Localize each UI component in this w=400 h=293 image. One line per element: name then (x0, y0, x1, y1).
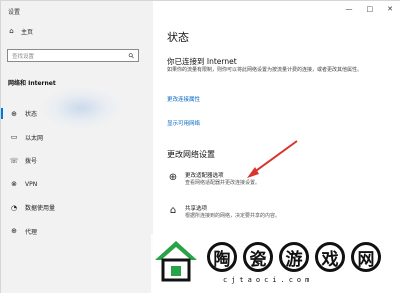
sidebar-item-label: 拨号 (25, 158, 38, 166)
watermark-char: 游 (279, 242, 309, 272)
home-icon: ⌂ (9, 27, 14, 35)
sidebar-item-dialup[interactable]: ☏ 拨号 (1, 149, 153, 173)
vpn-icon: ⊗ (11, 180, 17, 189)
sidebar-item-ethernet[interactable]: ▭ 以太网 (1, 126, 153, 150)
change-adapter-options-button[interactable]: ⊕ 更改适配器选项 查看网络适配器并更改连接设置。 (167, 172, 260, 187)
connection-description: 如果你的流量有限制，则你可以将此网络设置为按流量计费的连接，或者更改其他属性。 (167, 67, 363, 73)
close-button[interactable]: ✕ (387, 5, 393, 13)
maximize-button[interactable]: □ (367, 5, 374, 13)
minimize-button[interactable]: — (346, 5, 353, 13)
settings-window: 设置 ⌂ 主页 查找设置 ⚲ 网络和 Internet ⊕ 状态 ▭ 以太网 ☏… (0, 0, 400, 293)
house-logo-icon (155, 241, 197, 282)
globe-icon: ⊕ (11, 109, 17, 118)
search-placeholder: 查找设置 (12, 53, 35, 60)
proxy-icon: ⊕ (11, 227, 17, 236)
sidebar-item-status[interactable]: ⊕ 状态 (1, 102, 153, 126)
data-usage-icon: ◔ (10, 203, 18, 212)
sidebar-item-proxy[interactable]: ⊕ 代理 (1, 220, 153, 244)
change-connection-properties-link[interactable]: 更改连接属性 (167, 95, 200, 103)
sidebar-item-label: 以太网 (25, 134, 44, 142)
watermark-char: 戏 (315, 242, 345, 272)
search-input[interactable]: 查找设置 ⚲ (7, 49, 139, 62)
sharing-option-text: 共享选项 根据所连接到的网络，决定要共享的内容。 (185, 205, 280, 220)
watermark-char: 网 (351, 242, 381, 272)
watermark-url: cjtaoci.com (223, 276, 314, 284)
sharing-options-button[interactable]: ⌂ 共享选项 根据所连接到的网络，决定要共享的内容。 (167, 205, 280, 220)
sidebar-item-label: 代理 (25, 228, 38, 236)
section-title: 网络和 Internet (8, 80, 56, 87)
connection-status-title: 你已连接到 Internet (167, 57, 237, 66)
page-title: 状态 (167, 31, 189, 44)
sidebar-nav: ⊕ 状态 ▭ 以太网 ☏ 拨号 ⊗ VPN ◔ 数据使用量 ⊕ 代理 (1, 102, 153, 243)
home-nav-item[interactable]: ⌂ 主页 (7, 25, 147, 37)
sharing-icon: ⌂ (169, 205, 177, 216)
window-title: 设置 (8, 9, 21, 16)
change-network-settings-heading: 更改网络设置 (167, 150, 215, 159)
watermark: 陶 瓷 游 戏 网 cjtaoci.com (151, 234, 400, 293)
sidebar-item-data-usage[interactable]: ◔ 数据使用量 (1, 196, 153, 220)
show-available-networks-link[interactable]: 显示可用网络 (167, 119, 200, 127)
ethernet-icon: ▭ (10, 133, 18, 142)
sidebar-item-vpn[interactable]: ⊗ VPN (1, 173, 153, 197)
watermark-characters: 陶 瓷 游 戏 网 (207, 242, 381, 272)
watermark-char: 瓷 (243, 242, 273, 272)
sidebar: 设置 ⌂ 主页 查找设置 ⚲ 网络和 Internet ⊕ 状态 ▭ 以太网 ☏… (1, 1, 153, 293)
adapter-option-text: 更改适配器选项 查看网络适配器并更改连接设置。 (185, 172, 260, 187)
search-icon[interactable]: ⚲ (127, 51, 136, 60)
option-description: 查看网络适配器并更改连接设置。 (185, 180, 261, 186)
home-label: 主页 (21, 28, 34, 36)
option-description: 根据所连接到的网络，决定要共享的内容。 (185, 213, 281, 219)
adapter-icon: ⊕ (168, 172, 178, 183)
window-controls: — □ ✕ (346, 5, 394, 13)
sidebar-item-label: 数据使用量 (25, 205, 56, 213)
option-title: 更改适配器选项 (185, 173, 224, 179)
sidebar-item-label: VPN (25, 180, 38, 188)
dialup-icon: ☏ (9, 156, 19, 165)
option-title: 共享选项 (185, 206, 208, 212)
sidebar-item-label: 状态 (25, 111, 38, 119)
watermark-char: 陶 (207, 242, 237, 272)
